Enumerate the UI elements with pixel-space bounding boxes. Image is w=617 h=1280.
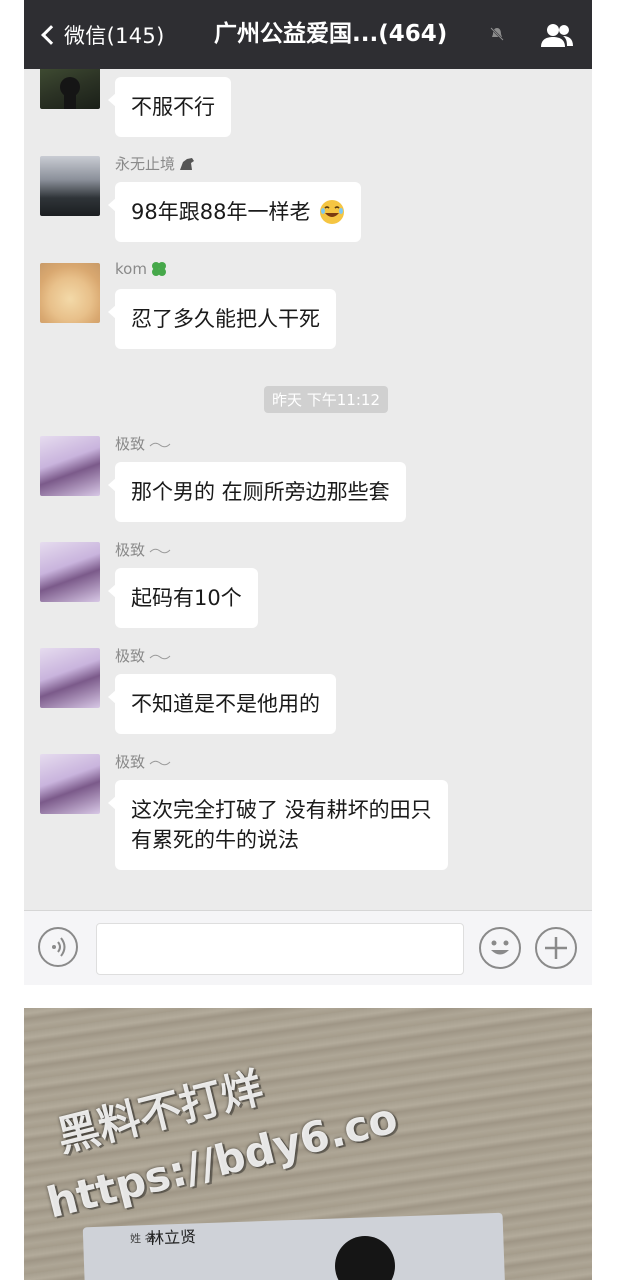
avatar[interactable] [40,263,100,323]
sender-name: 永无止境 [115,153,197,174]
sender-name: 极致 [115,751,171,772]
emoji-button[interactable] [479,927,521,969]
card-name: 林立贤 [147,1227,197,1248]
chat-area[interactable]: 不服不行 永无止境 98年跟88年一样老 kom 忍了多久能把人干死 昨天 下午… [24,69,592,910]
more-options-button[interactable] [535,927,577,969]
back-button[interactable]: 微信(145) [40,0,165,69]
wave-line-icon [149,548,171,553]
silhouette-icon [60,77,80,109]
chat-title: 广州公益爱国...(464) [214,21,448,47]
horse-emoji-icon [180,157,195,170]
avatar[interactable] [40,648,100,708]
message-bubble[interactable]: 这次完全打破了 没有耕坏的田只 有累死的牛的说法 [108,780,448,870]
voice-icon [52,937,66,957]
avatar[interactable] [40,754,100,814]
avatar[interactable] [40,436,100,496]
clover-emoji-icon [151,262,166,276]
avatar[interactable] [40,542,100,602]
plus-icon [545,937,567,959]
id-card [82,1212,506,1280]
voice-input-button[interactable] [38,927,78,967]
avatar[interactable] [40,69,100,109]
timestamp: 昨天 下午11:12 [264,386,388,413]
sender-name: kom [115,260,168,278]
message-bubble[interactable]: 那个男的 在厕所旁边那些套 [108,462,406,522]
message-bubble[interactable]: 起码有10个 [108,568,258,628]
chat-header: 微信(145) 广州公益爱国...(464) [24,0,592,69]
avatar[interactable] [40,156,100,216]
sender-name: 极致 [115,433,171,454]
message-bubble[interactable]: 98年跟88年一样老 [107,182,362,242]
group-members-icon[interactable] [539,22,575,48]
wave-line-icon [149,654,171,659]
sender-name: 极致 [115,539,171,560]
laughing-emoji-icon [320,200,345,224]
back-label: 微信(145) [64,23,165,48]
message-bubble[interactable]: 忍了多久能把人干死 [108,289,336,349]
message-bubble[interactable]: 不服不行 [108,77,231,137]
input-bar [24,910,592,985]
message-input[interactable] [96,923,464,975]
mute-bell-icon [490,27,504,41]
wave-line-icon [149,442,171,447]
message-bubble[interactable]: 不知道是不是他用的 [108,674,336,734]
wave-line-icon [149,760,171,765]
smiley-icon [491,940,509,955]
sender-name: 极致 [115,645,171,666]
chevron-left-icon [41,24,61,45]
